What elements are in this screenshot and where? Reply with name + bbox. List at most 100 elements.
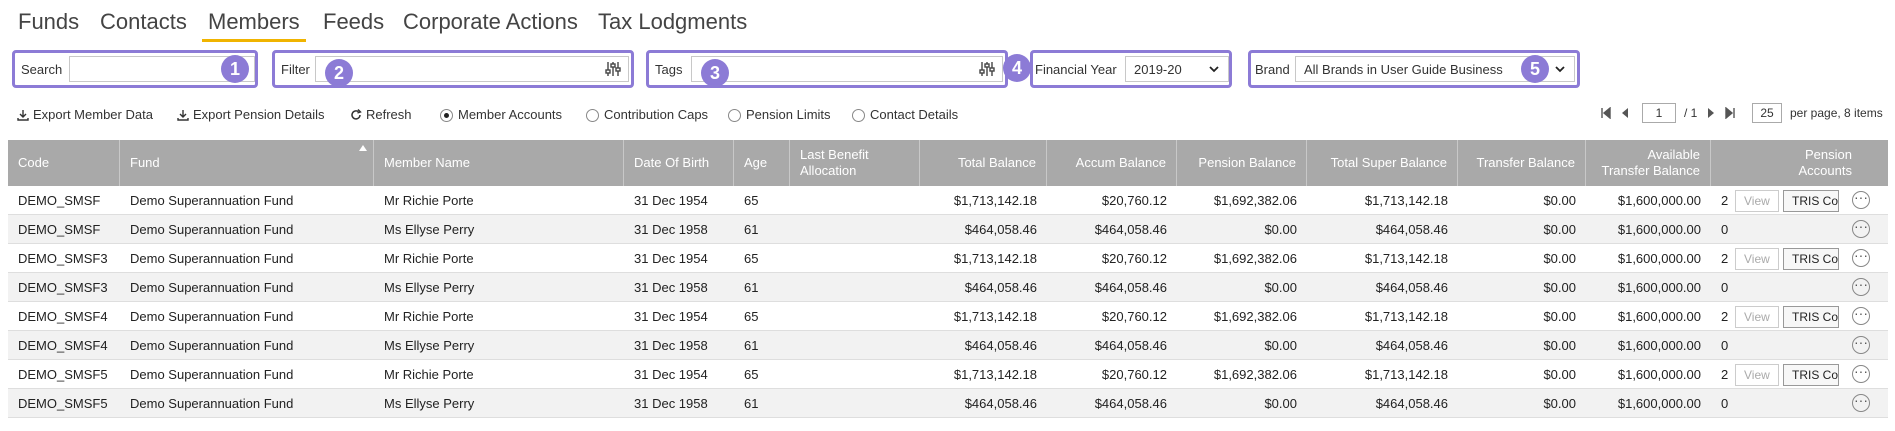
col-header-pension-accounts[interactable]: Pension Accounts (1711, 140, 1888, 186)
cell-accum: $464,058.46 (1094, 396, 1167, 411)
tags-label: Tags (655, 62, 683, 77)
page-number-input[interactable]: 1 (1642, 103, 1676, 123)
cell-dob: 31 Dec 1958 (634, 338, 708, 353)
radio-contribution-caps[interactable]: Contribution Caps (586, 107, 708, 122)
cell-age: 61 (744, 280, 759, 295)
cell-avail: $1,600,000.00 (1617, 396, 1701, 411)
cell-member: Mr Richie Porte (384, 367, 474, 382)
cell-avail: $1,600,000.00 (1617, 222, 1701, 237)
col-header-age[interactable]: Age (734, 140, 790, 186)
per-page-input[interactable]: 25 (1752, 103, 1782, 123)
cell-super: $1,713,142.18 (1364, 251, 1448, 266)
cell-total: $1,713,142.18 (953, 251, 1037, 266)
col-header-accum-balance[interactable]: Accum Balance (1047, 140, 1177, 186)
refresh-button[interactable]: Refresh (350, 107, 412, 122)
more-options-icon[interactable]: ··· (1852, 190, 1870, 209)
table-row[interactable]: DEMO_SMSF5 Demo Superannuation Fund Ms Ell… (8, 389, 1888, 418)
col-header-code[interactable]: Code (8, 140, 120, 186)
cell-super: $464,058.46 (1375, 280, 1448, 295)
first-page-icon[interactable] (1600, 107, 1612, 119)
view-button[interactable]: View (1735, 190, 1779, 212)
cell-member: Ms Ellyse Perry (384, 222, 475, 237)
more-options-icon[interactable]: ··· (1852, 306, 1870, 325)
table-row[interactable]: DEMO_SMSF3 Demo Superannuation Fund Mr Ric… (8, 244, 1888, 273)
cell-accum: $20,760.12 (1101, 367, 1167, 382)
cell-pension: $0.00 (1264, 338, 1297, 353)
tags-input[interactable] (691, 56, 1003, 82)
table-row[interactable]: DEMO_SMSF3 Demo Superannuation Fund Ms Ell… (8, 273, 1888, 302)
tris-account-button[interactable]: TRIS Co (1783, 248, 1839, 270)
more-options-icon[interactable]: ··· (1852, 277, 1870, 296)
col-header-total-balance[interactable]: Total Balance (920, 140, 1047, 186)
brand-group: Brand All Brands in User Guide Business … (1248, 50, 1580, 88)
tab-feeds[interactable]: Feeds (323, 6, 384, 38)
view-button[interactable]: View (1735, 306, 1779, 328)
tab-funds[interactable]: Funds (18, 6, 79, 38)
next-page-icon[interactable] (1706, 107, 1716, 119)
cell-pension: $1,692,382.06 (1213, 193, 1297, 208)
radio-label: Pension Limits (746, 107, 831, 122)
cell-code: DEMO_SMSF (18, 222, 101, 237)
tab-contacts[interactable]: Contacts (100, 6, 187, 38)
cell-age: 65 (744, 309, 759, 324)
radio-contact-details[interactable]: Contact Details (852, 107, 958, 122)
table-row[interactable]: DEMO_SMSF Demo Superannuation Fund Mr Rich… (8, 186, 1888, 215)
radio-unselected[interactable] (852, 109, 865, 122)
col-header-transfer-balance[interactable]: Transfer Balance (1458, 140, 1586, 186)
table-row[interactable]: DEMO_SMSF4 Demo Superannuation Fund Ms Ell… (8, 331, 1888, 360)
col-header-total-super-balance[interactable]: Total Super Balance (1307, 140, 1458, 186)
callout-badge-4: 4 (1003, 54, 1031, 82)
radio-pension-limits[interactable]: Pension Limits (728, 107, 831, 122)
financial-year-value: 2019-20 (1134, 62, 1182, 77)
cell-pension: $1,692,382.06 (1213, 251, 1297, 266)
more-options-icon[interactable]: ··· (1852, 393, 1870, 412)
col-header-date-of-birth[interactable]: Date Of Birth (624, 140, 734, 186)
export-member-data-button[interactable]: Export Member Data (17, 107, 153, 122)
export-pension-details-button[interactable]: Export Pension Details (177, 107, 325, 122)
more-options-icon[interactable]: ··· (1852, 335, 1870, 354)
tune-icon[interactable] (604, 61, 622, 80)
cell-age: 65 (744, 193, 759, 208)
cell-dob: 31 Dec 1958 (634, 280, 708, 295)
cell-age: 61 (744, 338, 759, 353)
prev-page-icon[interactable] (1620, 107, 1630, 119)
tris-account-button[interactable]: TRIS Co (1783, 306, 1839, 328)
table-row[interactable]: DEMO_SMSF4 Demo Superannuation Fund Mr Ric… (8, 302, 1888, 331)
cell-code: DEMO_SMSF5 (18, 396, 108, 411)
col-header-available-transfer-balance[interactable]: Available Transfer Balance (1586, 140, 1711, 186)
cell-pension: $0.00 (1264, 222, 1297, 237)
cell-accounts: 0 (1721, 280, 1729, 295)
table-header: Code Fund Member Name Date Of Birth Age … (8, 140, 1888, 186)
radio-unselected[interactable] (728, 109, 741, 122)
table-row[interactable]: DEMO_SMSF Demo Superannuation Fund Ms Elly… (8, 215, 1888, 244)
cell-code: DEMO_SMSF4 (18, 338, 108, 353)
cell-lba (790, 389, 920, 418)
filter-input[interactable] (315, 56, 629, 82)
more-options-icon[interactable]: ··· (1852, 364, 1870, 383)
cell-accounts: 0 (1721, 338, 1729, 353)
financial-year-select[interactable]: 2019-20 (1125, 56, 1229, 82)
tris-account-button[interactable]: TRIS Co (1783, 364, 1839, 386)
tune-icon[interactable] (978, 61, 996, 80)
radio-selected[interactable] (440, 109, 453, 122)
tris-account-button[interactable]: TRIS Co (1783, 190, 1839, 212)
cell-accum: $464,058.46 (1094, 222, 1167, 237)
radio-member-accounts[interactable]: Member Accounts (440, 107, 562, 122)
col-header-member-name[interactable]: Member Name (374, 140, 624, 186)
tab-tax-lodgments[interactable]: Tax Lodgments (598, 6, 747, 38)
cell-fund: Demo Superannuation Fund (130, 338, 294, 353)
view-button[interactable]: View (1735, 364, 1779, 386)
table-row[interactable]: DEMO_SMSF5 Demo Superannuation Fund Mr Ric… (8, 360, 1888, 389)
view-button[interactable]: View (1735, 248, 1779, 270)
cell-accum: $20,760.12 (1101, 193, 1167, 208)
col-header-last-benefit-allocation[interactable]: Last Benefit Allocation (790, 140, 920, 186)
col-header-fund[interactable]: Fund (120, 140, 374, 186)
callout-badge-5: 5 (1521, 55, 1549, 83)
last-page-icon[interactable] (1724, 107, 1736, 119)
tab-members[interactable]: Members (202, 6, 306, 42)
more-options-icon[interactable]: ··· (1852, 219, 1870, 238)
col-header-pension-balance[interactable]: Pension Balance (1177, 140, 1307, 186)
radio-unselected[interactable] (586, 109, 599, 122)
tab-corporate-actions[interactable]: Corporate Actions (403, 6, 578, 38)
more-options-icon[interactable]: ··· (1852, 248, 1870, 267)
